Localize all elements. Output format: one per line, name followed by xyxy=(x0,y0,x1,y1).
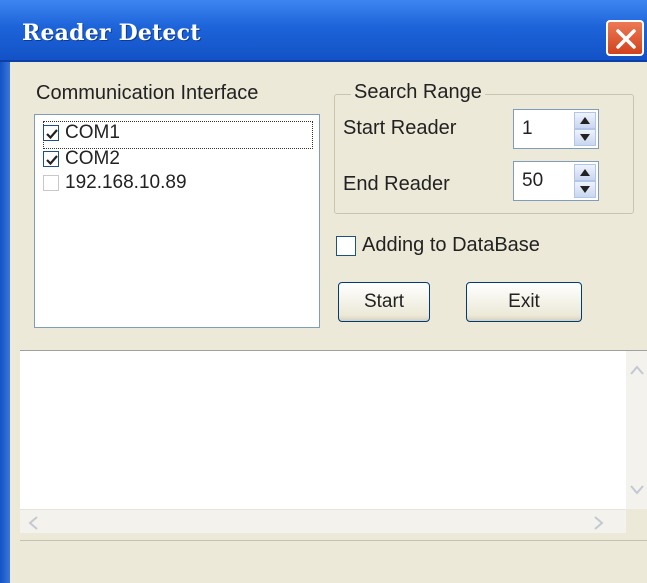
com1-label: COM1 xyxy=(65,122,120,143)
chevron-down-icon xyxy=(630,485,644,495)
add-to-database-checkbox[interactable] xyxy=(336,236,356,256)
checkmark-icon xyxy=(46,155,58,166)
chevron-up-icon xyxy=(630,365,644,375)
com2-label: COM2 xyxy=(65,148,120,169)
checkmark-icon xyxy=(46,129,58,140)
communication-interface-label: Communication Interface xyxy=(36,82,259,104)
search-range-group: Search Range Start Reader 1 End Reader 5… xyxy=(334,81,634,214)
communication-interface-list[interactable]: COM1 COM2 192.168.10.89 xyxy=(34,114,320,328)
triangle-down-icon xyxy=(580,186,590,193)
start-reader-spin-buttons xyxy=(574,112,596,146)
com2-checkbox[interactable] xyxy=(43,151,59,167)
window-border xyxy=(0,62,10,583)
horizontal-scrollbar[interactable] xyxy=(20,509,626,533)
start-reader-spinbox[interactable]: 1 xyxy=(513,109,599,149)
window-title: Reader Detect xyxy=(22,20,201,46)
scrollbar-corner xyxy=(626,509,647,533)
exit-button[interactable]: Exit xyxy=(466,282,582,322)
start-button[interactable]: Start xyxy=(338,282,430,322)
end-reader-up-button[interactable] xyxy=(574,164,596,181)
chevron-left-icon xyxy=(28,516,38,530)
close-button[interactable] xyxy=(606,20,644,56)
list-item-ip[interactable]: 192.168.10.89 xyxy=(43,171,313,199)
end-reader-spinbox[interactable]: 50 xyxy=(513,161,599,201)
status-bar xyxy=(20,540,647,583)
triangle-down-icon xyxy=(580,134,590,141)
vertical-scrollbar[interactable] xyxy=(626,351,647,509)
triangle-up-icon xyxy=(580,117,590,124)
title-bar[interactable]: Reader Detect xyxy=(0,0,647,62)
start-reader-down-button[interactable] xyxy=(574,129,596,146)
start-reader-value[interactable]: 1 xyxy=(522,118,533,140)
start-reader-up-button[interactable] xyxy=(574,112,596,129)
ip-label: 192.168.10.89 xyxy=(65,172,187,193)
log-output-area[interactable] xyxy=(20,350,647,533)
end-reader-down-button[interactable] xyxy=(574,181,596,198)
end-reader-spin-buttons xyxy=(574,164,596,198)
dialog-body: Communication Interface COM1 COM2 192.16… xyxy=(10,62,647,583)
close-icon xyxy=(616,29,636,49)
com1-checkbox[interactable] xyxy=(43,125,59,141)
end-reader-label: End Reader xyxy=(343,173,450,195)
triangle-up-icon xyxy=(580,169,590,176)
reader-detect-window: Reader Detect Communication Interface CO… xyxy=(0,0,647,583)
add-to-database-label[interactable]: Adding to DataBase xyxy=(362,234,540,257)
list-item-com1[interactable]: COM1 xyxy=(43,121,313,149)
start-reader-label: Start Reader xyxy=(343,117,457,139)
end-reader-value[interactable]: 50 xyxy=(522,170,543,192)
chevron-right-icon xyxy=(594,516,604,530)
search-range-label: Search Range xyxy=(351,81,485,104)
ip-checkbox[interactable] xyxy=(43,175,59,191)
